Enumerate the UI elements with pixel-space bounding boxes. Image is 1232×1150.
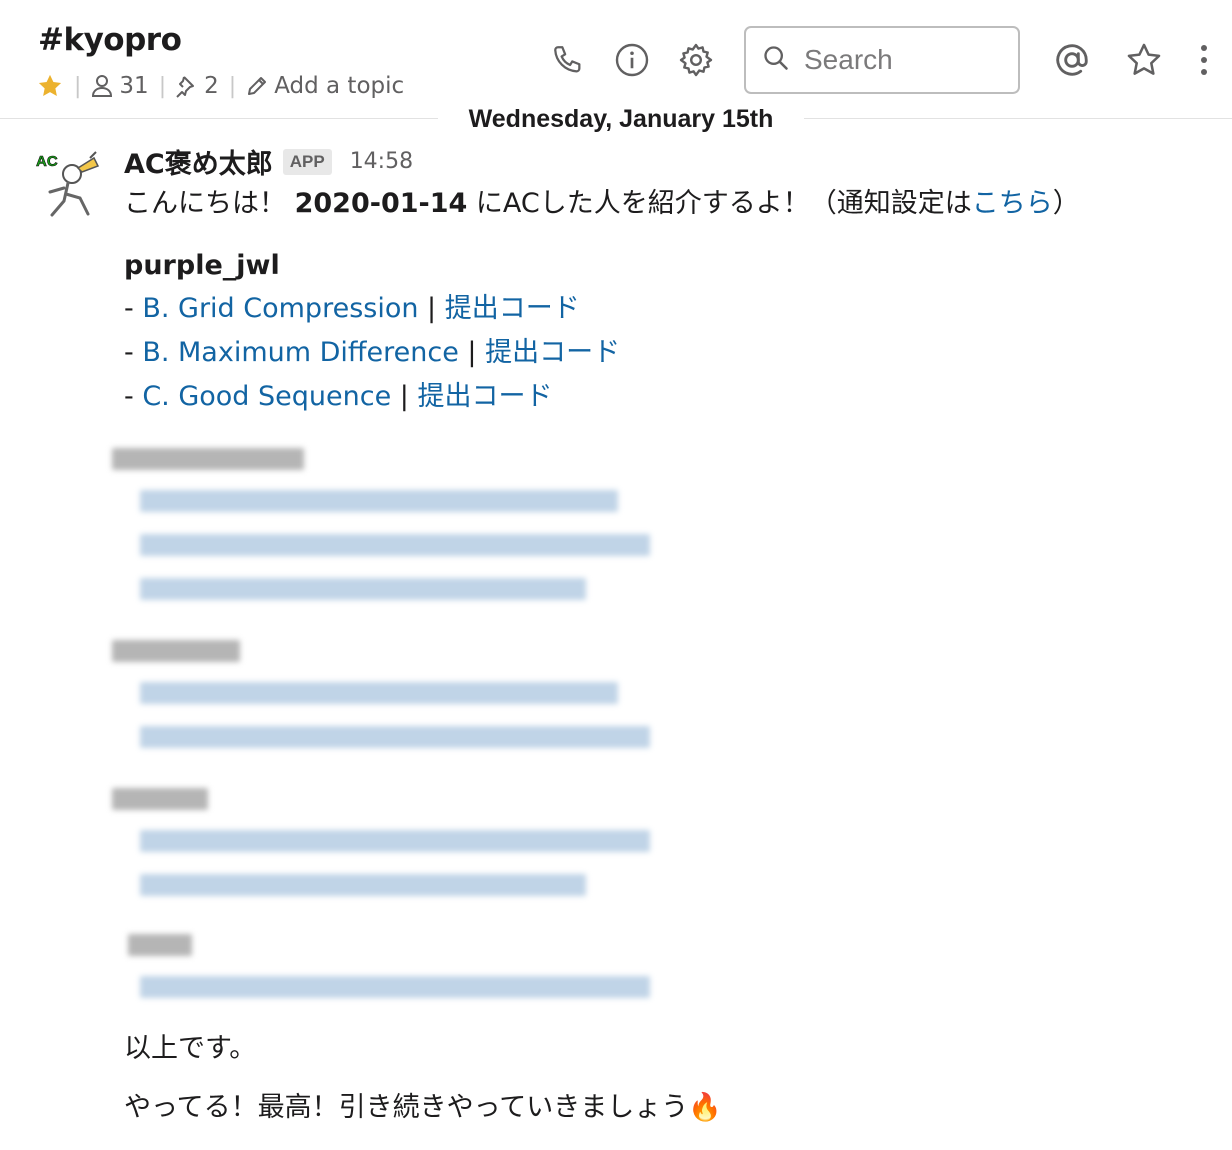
bullet: - [124, 293, 143, 324]
search-input[interactable] [804, 44, 1004, 76]
redacted-line [140, 490, 618, 512]
redacted-line [140, 976, 650, 998]
redacted-line [140, 830, 650, 852]
redacted-line [140, 874, 586, 896]
gear-icon[interactable] [674, 38, 718, 82]
settings-link[interactable]: こちら [972, 188, 1053, 219]
redacted-line [140, 682, 618, 704]
svg-text:AC: AC [36, 153, 58, 170]
mentions-icon[interactable] [1050, 38, 1094, 82]
date-divider[interactable]: Wednesday, January 15th [438, 100, 804, 138]
avatar[interactable]: AC [34, 144, 106, 220]
separator: | [418, 293, 445, 324]
redacted-name [112, 640, 240, 662]
add-topic-label: Add a topic [274, 73, 405, 99]
add-topic-button[interactable]: Add a topic [246, 73, 404, 99]
intro-date: 2020-01-14 [294, 188, 468, 219]
redacted-name [128, 934, 192, 956]
member-icon [91, 74, 113, 98]
redacted-name [112, 448, 304, 470]
pin-icon [176, 74, 198, 98]
message-timestamp[interactable]: 14:58 [350, 149, 413, 174]
pinned-count-button[interactable]: 2 [176, 73, 219, 99]
fire-icon: 🔥 [688, 1092, 722, 1123]
problem-link[interactable]: B. Grid Compression [142, 293, 418, 324]
submission-item: - B. Maximum Difference | 提出コード [124, 335, 620, 371]
message-intro: こんにちは！ 2020-01-14 にACした人を紹介するよ！（通知設定はこちら… [124, 186, 1080, 222]
search-icon [762, 44, 790, 76]
member-count: 31 [119, 73, 149, 99]
cheer-text: やってる！最高！引き続きやっていきましょう [124, 1092, 689, 1123]
intro-close: ） [1052, 188, 1080, 219]
channel-meta: | 31 | 2 | Add a topic [36, 70, 404, 102]
submission-item: - B. Grid Compression | 提出コード [124, 291, 580, 327]
separator: | [458, 337, 486, 368]
intro-suffix: にACした人を紹介するよ！（通知設定は [467, 188, 972, 219]
message-header: AC褒め太郎 APP 14:58 [124, 142, 413, 181]
cheer-line: やってる！最高！引き続きやっていきましょう🔥 [124, 1090, 722, 1126]
sender-name[interactable]: AC褒め太郎 [124, 142, 273, 181]
bullet: - [124, 381, 143, 412]
intro-prefix: こんにちは！ [124, 188, 295, 219]
more-icon[interactable] [1182, 38, 1226, 82]
separator: | [228, 73, 237, 99]
separator: | [391, 381, 418, 412]
phone-icon[interactable] [546, 38, 590, 82]
redacted-line [140, 534, 650, 556]
submission-code-link[interactable]: 提出コード [445, 293, 580, 324]
separator: | [158, 73, 167, 99]
search-box[interactable] [744, 26, 1020, 94]
separator: | [74, 73, 82, 99]
app-badge: APP [282, 148, 332, 175]
user-name: purple_jwl [124, 250, 280, 281]
problem-link[interactable]: B. Maximum Difference [142, 337, 459, 368]
problem-link[interactable]: C. Good Sequence [142, 381, 391, 412]
pencil-icon [246, 75, 268, 97]
channel-name[interactable]: #kyopro [38, 22, 182, 58]
star-outline-icon[interactable] [1122, 38, 1166, 82]
redacted-name [112, 788, 208, 810]
pinned-count: 2 [204, 73, 219, 99]
member-count-button[interactable]: 31 [91, 73, 149, 99]
submission-code-link[interactable]: 提出コード [417, 381, 552, 412]
closing-text: 以上です。 [124, 1033, 257, 1064]
submission-item: - C. Good Sequence | 提出コード [124, 379, 552, 415]
redacted-line [140, 726, 650, 748]
submission-code-link[interactable]: 提出コード [485, 337, 620, 368]
info-icon[interactable] [610, 38, 654, 82]
bullet: - [124, 337, 143, 368]
star-icon[interactable] [36, 72, 64, 100]
redacted-line [140, 578, 586, 600]
